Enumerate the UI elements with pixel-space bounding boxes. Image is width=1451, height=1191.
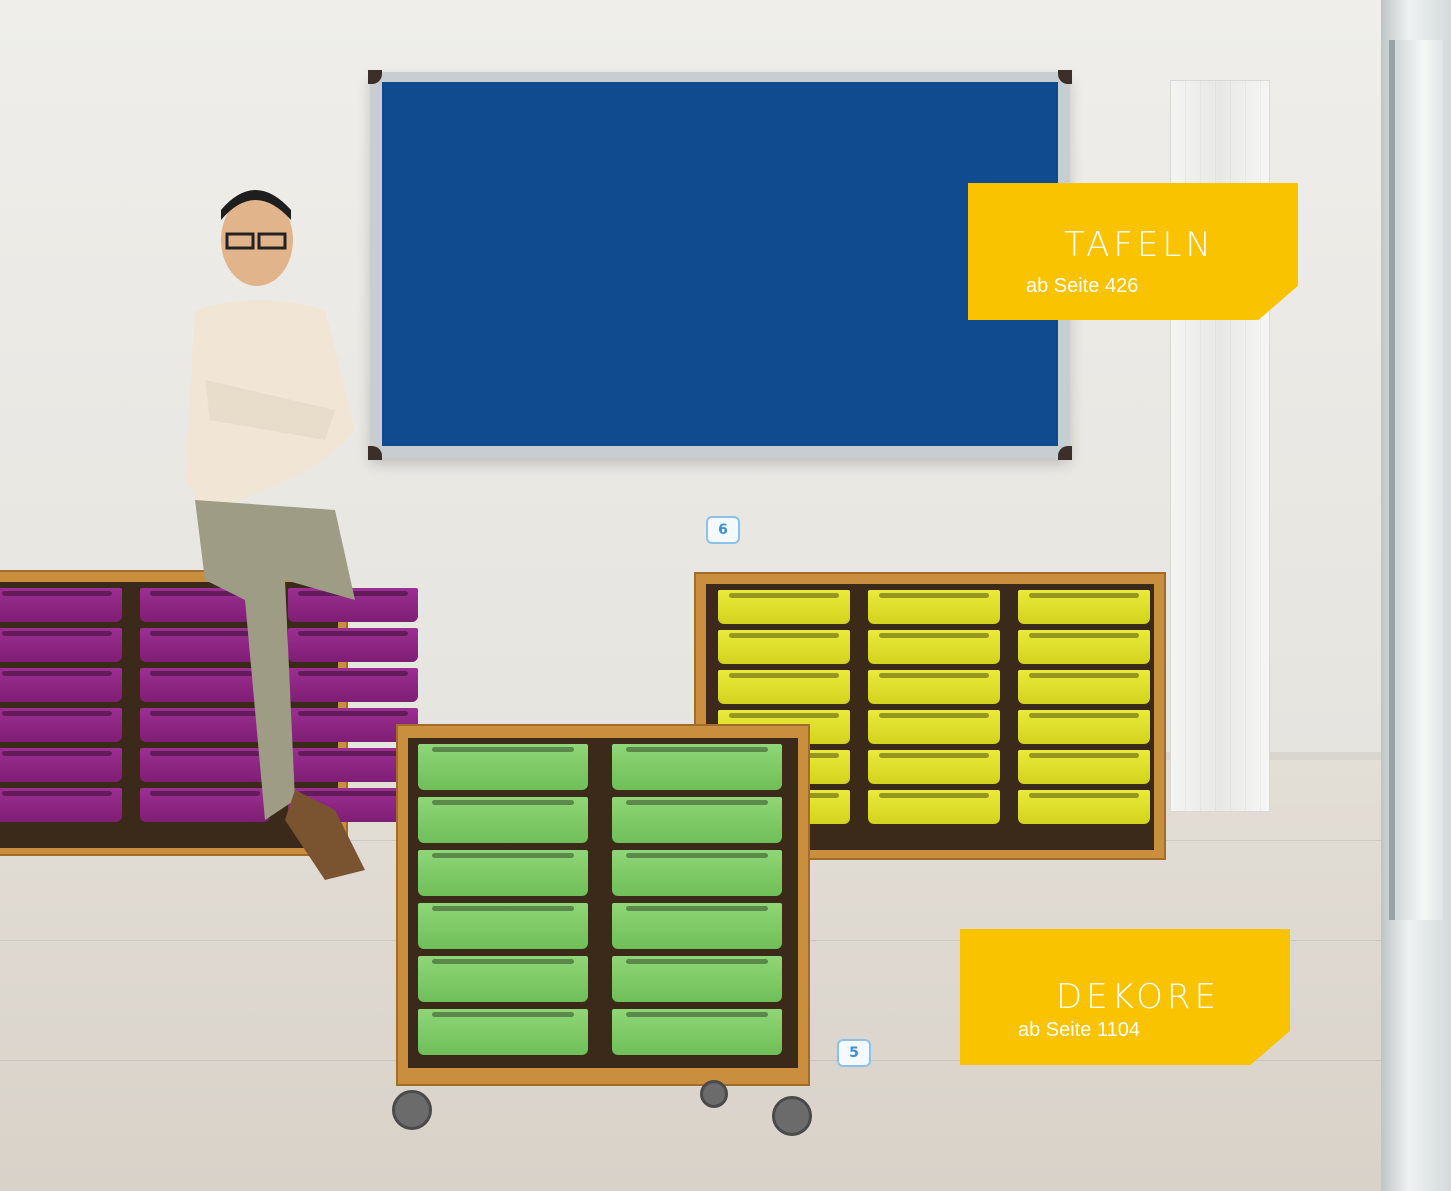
storage-tray: [418, 797, 588, 843]
storage-tray: [612, 744, 782, 790]
storage-tray: [418, 850, 588, 896]
label-tafeln-title: TAFELN: [1064, 225, 1215, 265]
storage-tray: [718, 670, 850, 704]
photo-scene: TAFELN ab Seite 426 DEKORE ab Seite 1104…: [0, 0, 1451, 1191]
page-badge-5[interactable]: 5: [837, 1039, 871, 1067]
storage-tray: [612, 797, 782, 843]
storage-tray: [1018, 750, 1150, 784]
label-dekore[interactable]: DEKORE ab Seite 1104: [960, 929, 1290, 1065]
storage-tray: [612, 850, 782, 896]
label-tafeln[interactable]: TAFELN ab Seite 426: [968, 183, 1298, 320]
board-surface: [382, 82, 1058, 446]
green-tray-cabinet: [396, 724, 810, 1086]
storage-tray: [868, 790, 1000, 824]
label-dekore-title: DEKORE: [1056, 977, 1220, 1017]
caster-wheel: [700, 1080, 728, 1108]
storage-tray: [868, 670, 1000, 704]
storage-tray: [418, 1009, 588, 1055]
caster-wheel: [392, 1090, 432, 1130]
label-tafeln-subtitle: ab Seite 426: [1026, 275, 1139, 297]
storage-tray: [1018, 670, 1150, 704]
storage-tray: [0, 788, 122, 822]
storage-tray: [612, 903, 782, 949]
storage-tray: [612, 956, 782, 1002]
storage-tray: [0, 748, 122, 782]
storage-tray: [0, 628, 122, 662]
storage-tray: [0, 668, 122, 702]
storage-tray: [718, 630, 850, 664]
storage-tray: [1018, 790, 1150, 824]
storage-tray: [868, 590, 1000, 624]
storage-tray: [418, 744, 588, 790]
caster-wheel: [772, 1096, 812, 1136]
label-dekore-subtitle: ab Seite 1104: [1018, 1019, 1140, 1041]
storage-tray: [1018, 590, 1150, 624]
storage-tray: [418, 956, 588, 1002]
storage-tray: [612, 1009, 782, 1055]
storage-tray: [418, 903, 588, 949]
storage-tray: [1018, 630, 1150, 664]
person-sitting: [165, 180, 385, 900]
pinboard: [368, 70, 1072, 460]
storage-tray: [718, 590, 850, 624]
storage-tray: [0, 588, 122, 622]
window: [1381, 0, 1451, 1191]
page-badge-6[interactable]: 6: [706, 516, 740, 544]
storage-tray: [868, 630, 1000, 664]
storage-tray: [1018, 710, 1150, 744]
storage-tray: [868, 750, 1000, 784]
storage-tray: [0, 708, 122, 742]
storage-tray: [868, 710, 1000, 744]
